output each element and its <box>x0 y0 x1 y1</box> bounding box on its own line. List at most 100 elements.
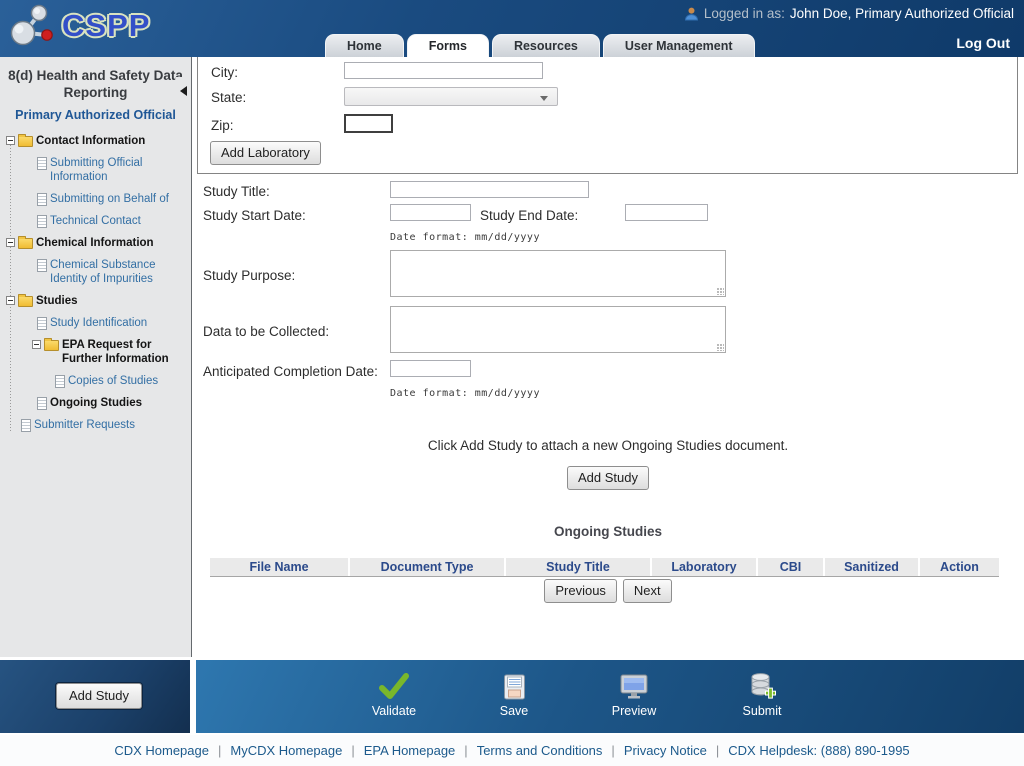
sidebar-item-ongoing-studies: Ongoing Studies <box>34 396 191 410</box>
tab-forms[interactable]: Forms <box>407 34 489 57</box>
study-end-date-label: Study End Date: <box>480 208 578 223</box>
bottom-bar-left: Add Study <box>0 660 190 733</box>
document-icon <box>37 397 47 410</box>
molecule-icon <box>8 3 56 49</box>
sidebar-item-chemical-substance-identity-of-impurities[interactable]: Chemical Substance Identity of Impuritie… <box>34 258 191 286</box>
footer-link-cdx-homepage[interactable]: CDX Homepage <box>114 743 209 758</box>
bottom-toolbar: ValidateSavePreview Submit <box>196 660 1024 733</box>
footer-link-cdx-helpdesk-888-890-1995[interactable]: CDX Helpdesk: (888) 890-1995 <box>728 743 909 758</box>
data-collected-textarea-wrap <box>390 306 726 353</box>
log-out-link[interactable]: Log Out <box>956 35 1010 51</box>
sidebar-item-label[interactable]: Chemical Substance Identity of Impuritie… <box>50 258 188 286</box>
sidebar-item-label[interactable]: Study Identification <box>50 316 147 330</box>
sidebar-item-label[interactable]: Technical Contact <box>50 214 141 228</box>
tree-collapse-expander-icon[interactable] <box>32 340 41 349</box>
sidebar-item-label[interactable]: Submitting on Behalf of <box>50 192 169 206</box>
footer-separator: | <box>218 743 221 758</box>
footer-separator: | <box>611 743 614 758</box>
study-start-date-label: Study Start Date: <box>203 208 306 223</box>
bottom-add-study-button[interactable]: Add Study <box>56 683 142 709</box>
add-study-instruction: Click Add Study to attach a new Ongoing … <box>192 438 1024 453</box>
cspp-logo: CSPP <box>8 3 150 49</box>
column-header-action: Action <box>920 558 999 576</box>
sidebar-item-label[interactable]: Copies of Studies <box>68 374 158 388</box>
toolbar-label: Save <box>454 704 574 718</box>
zip-label: Zip: <box>211 118 234 133</box>
sidebar-item-label[interactable]: Submitting Official Information <box>50 156 188 184</box>
sidebar-collapse-handle[interactable] <box>176 77 191 105</box>
sidebar-item-label[interactable]: Submitter Requests <box>34 418 135 432</box>
study-purpose-textarea-wrap <box>390 250 726 297</box>
login-status: Logged in as: John Doe, Primary Authoriz… <box>684 6 1014 21</box>
tree-collapse-expander-icon[interactable] <box>6 136 15 145</box>
tree-collapse-expander-icon[interactable] <box>6 296 15 305</box>
sidebar-item-label: EPA Request for Further Information <box>62 338 191 366</box>
column-header-laboratory: Laboratory <box>652 558 756 576</box>
user-icon <box>684 7 699 21</box>
footer-separator: | <box>716 743 719 758</box>
study-end-date-input[interactable] <box>625 204 708 221</box>
logged-in-prefix: Logged in as: <box>704 6 785 21</box>
toolbar-preview-button[interactable]: Preview <box>574 670 694 718</box>
pagination: PreviousNext <box>192 579 1024 603</box>
toolbar-save-button[interactable]: Save <box>454 670 574 718</box>
toolbar-validate-button[interactable]: Validate <box>334 670 454 718</box>
ongoing-studies-title: Ongoing Studies <box>192 524 1024 539</box>
footer-link-terms-and-conditions[interactable]: Terms and Conditions <box>477 743 603 758</box>
sidebar-item-label: Chemical Information <box>36 236 154 250</box>
tree-collapse-expander-icon[interactable] <box>6 238 15 247</box>
footer-separator: | <box>464 743 467 758</box>
sidebar-item-submitter-requests[interactable]: Submitter Requests <box>18 418 191 432</box>
previous-button[interactable]: Previous <box>544 579 617 603</box>
sidebar-item-submitting-official-information[interactable]: Submitting Official Information <box>34 156 191 184</box>
study-title-input[interactable] <box>390 181 589 198</box>
state-select[interactable] <box>344 87 558 106</box>
tab-user-management[interactable]: User Management <box>603 34 755 57</box>
folder-icon <box>18 296 33 307</box>
study-start-date-input[interactable] <box>390 204 471 221</box>
column-header-study-title: Study Title <box>506 558 650 576</box>
anticipated-completion-label: Anticipated Completion Date: <box>203 364 378 379</box>
page: CSPP Logged in as: John Doe, Primary Aut… <box>0 0 1024 766</box>
anticipated-completion-input[interactable] <box>390 360 471 377</box>
footer-link-privacy-notice[interactable]: Privacy Notice <box>624 743 707 758</box>
add-laboratory-button[interactable]: Add Laboratory <box>210 141 321 165</box>
submit-database-icon <box>702 670 822 700</box>
column-header-file-name: File Name <box>210 558 348 576</box>
column-header-cbi: CBI <box>758 558 823 576</box>
next-button[interactable]: Next <box>623 579 672 603</box>
footer-link-mycdx-homepage[interactable]: MyCDX Homepage <box>230 743 342 758</box>
sidebar-item-technical-contact[interactable]: Technical Contact <box>34 214 191 228</box>
study-title-label: Study Title: <box>203 184 270 199</box>
sidebar-item-label: Studies <box>36 294 78 308</box>
toolbar-label: Validate <box>334 704 454 718</box>
validate-check-icon <box>334 670 454 700</box>
toolbar-label: Preview <box>574 704 694 718</box>
data-collected-textarea[interactable] <box>390 306 726 353</box>
sidebar-item-label: Contact Information <box>36 134 145 148</box>
city-input[interactable] <box>344 62 543 79</box>
column-header-document-type: Document Type <box>350 558 504 576</box>
folder-icon <box>44 340 59 351</box>
sidebar-item-submitting-on-behalf-of[interactable]: Submitting on Behalf of <box>34 192 191 206</box>
top-header-bar: CSPP Logged in as: John Doe, Primary Aut… <box>0 0 1024 57</box>
save-floppy-icon <box>454 670 574 700</box>
tab-resources[interactable]: Resources <box>492 34 600 57</box>
sidebar-item-studies: Studies <box>6 294 191 308</box>
data-collected-label: Data to be Collected: <box>203 324 329 339</box>
tab-home[interactable]: Home <box>325 34 404 57</box>
footer-link-epa-homepage[interactable]: EPA Homepage <box>364 743 456 758</box>
add-study-button[interactable]: Add Study <box>567 466 649 490</box>
sidebar-tree: Contact Information Submitting Official I… <box>0 134 191 432</box>
sidebar-item-study-identification[interactable]: Study Identification <box>34 316 191 330</box>
sidebar-role-subtitle: Primary Authorized Official <box>0 108 191 122</box>
study-purpose-textarea[interactable] <box>390 250 726 297</box>
toolbar-submit-button[interactable]: Submit <box>702 670 822 718</box>
zip-input[interactable] <box>344 114 393 133</box>
state-label: State: <box>211 90 246 105</box>
toolbar-label: Submit <box>702 704 822 718</box>
laboratory-panel: City: State: Zip: Add Laboratory <box>197 57 1018 174</box>
sidebar-item-epa-request-for-further-information: EPA Request for Further Information <box>32 338 191 366</box>
sidebar-item-copies-of-studies[interactable]: Copies of Studies <box>52 374 191 388</box>
document-icon <box>37 259 47 272</box>
